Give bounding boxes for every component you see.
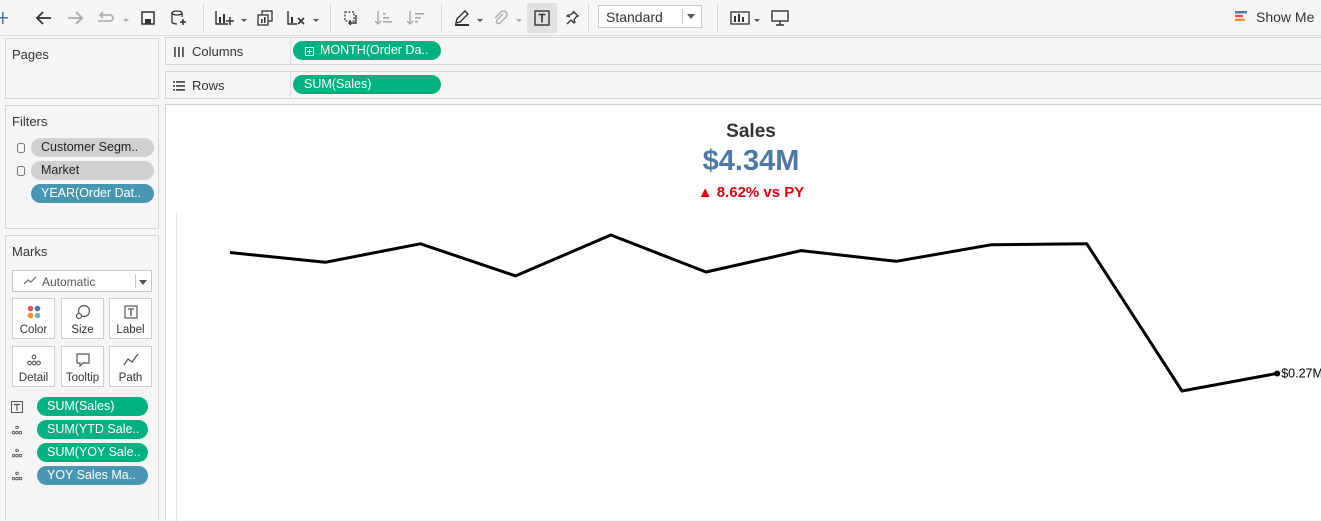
tooltip-card[interactable]: Tooltip: [61, 346, 104, 387]
new-datasource-icon[interactable]: [168, 6, 190, 30]
duplicate-icon[interactable]: [254, 6, 276, 30]
filters-title: Filters: [12, 114, 47, 129]
toolbar-separator: [330, 4, 331, 32]
filters-panel: Filters Customer Segm.. Market YEAR(Orde…: [5, 105, 159, 229]
show-cards-caret-icon[interactable]: [753, 12, 761, 22]
path-card-label: Path: [110, 372, 151, 384]
columns-label: Columns: [192, 44, 243, 59]
chevron-down-icon: [687, 14, 695, 19]
data-point[interactable]: [1274, 370, 1280, 376]
line-mark-icon: [23, 276, 37, 286]
marks-field-sum-ytd-sales[interactable]: SUM(YTD Sale..: [37, 420, 148, 439]
color-card-label: Color: [13, 324, 54, 336]
sort-descending-icon[interactable]: [404, 6, 426, 30]
rows-pill-sum-sales[interactable]: SUM(Sales): [293, 75, 441, 94]
path-card[interactable]: Path: [109, 346, 152, 387]
toolbar-separator: [441, 4, 442, 32]
presentation-icon[interactable]: [769, 6, 791, 30]
clear-sheet-icon[interactable]: [285, 6, 307, 30]
dropdown-divider: [135, 274, 136, 288]
group-caret-icon[interactable]: [515, 12, 523, 22]
shelf-divider: [290, 72, 291, 98]
rows-icon: [173, 79, 185, 91]
detail-card-label: Detail: [13, 372, 54, 384]
color-card[interactable]: Color: [12, 298, 55, 339]
filter-pill-market[interactable]: Market: [31, 161, 154, 180]
replay-icon[interactable]: [94, 6, 116, 30]
chevron-down-icon: [139, 280, 147, 285]
database-icon: [17, 143, 25, 153]
size-card-label: Size: [62, 324, 103, 336]
highlight-caret-icon[interactable]: [476, 12, 484, 22]
label-icon: [110, 303, 151, 321]
shelf-divider: [290, 38, 291, 64]
label-card-label: Label: [110, 324, 151, 336]
show-me-button[interactable]: Show Me: [1234, 6, 1314, 28]
database-icon: [17, 166, 25, 176]
columns-pill-month-order-date[interactable]: MONTH(Order Da..: [293, 41, 441, 60]
group-icon[interactable]: [489, 6, 511, 30]
color-icon: [13, 303, 54, 321]
tooltip-card-label: Tooltip: [62, 372, 103, 384]
show-me-icon: [1234, 10, 1250, 24]
fit-dropdown-value: Standard: [606, 9, 663, 25]
sort-ascending-icon[interactable]: [372, 6, 394, 30]
columns-pill-label: MONTH(Order Da..: [320, 43, 428, 57]
marks-field-sum-yoy-sales[interactable]: SUM(YOY Sale..: [37, 443, 148, 462]
new-worksheet-icon[interactable]: [213, 6, 235, 30]
detail-icon: [11, 447, 23, 459]
sales-series-line[interactable]: [230, 235, 1277, 391]
detail-icon: [11, 470, 23, 482]
save-icon[interactable]: [137, 6, 159, 30]
tooltip-icon: [62, 351, 103, 369]
viz-canvas[interactable]: Sales $4.34M ▲ 8.62% vs PY $0.27M: [165, 104, 1321, 520]
label-icon: [11, 401, 23, 413]
fit-dropdown[interactable]: Standard: [598, 5, 702, 28]
expand-plus-icon[interactable]: [305, 47, 314, 56]
detail-card[interactable]: Detail: [12, 346, 55, 387]
tableau-icon[interactable]: [0, 6, 14, 30]
pages-panel[interactable]: Pages: [5, 38, 159, 99]
dropdown-divider: [682, 9, 683, 24]
pages-title: Pages: [12, 47, 49, 62]
new-worksheet-caret-icon[interactable]: [240, 12, 248, 22]
path-icon: [110, 351, 151, 369]
mark-type-dropdown[interactable]: Automatic: [12, 270, 152, 292]
toolbar: Standard Show Me: [0, 0, 1321, 36]
swap-icon[interactable]: [340, 6, 362, 30]
marks-field-sum-sales[interactable]: SUM(Sales): [37, 397, 148, 416]
show-cards-icon[interactable]: [729, 6, 751, 30]
redo-icon[interactable]: [64, 6, 86, 30]
toolbar-separator: [588, 4, 589, 32]
show-labels-icon[interactable]: [527, 3, 557, 33]
mark-type-value: Automatic: [42, 275, 95, 289]
toolbar-separator: [203, 4, 204, 32]
highlight-icon[interactable]: [451, 6, 473, 30]
end-value-label: $0.27M: [1281, 366, 1321, 380]
marks-title: Marks: [12, 244, 47, 259]
label-card[interactable]: Label: [109, 298, 152, 339]
replay-caret-icon[interactable]: [122, 12, 130, 22]
marks-field-yoy-sales-marker[interactable]: YOY Sales Ma..: [37, 466, 148, 485]
columns-shelf[interactable]: Columns MONTH(Order Da..: [165, 37, 1321, 65]
rows-label: Rows: [192, 78, 225, 93]
undo-icon[interactable]: [33, 6, 55, 30]
size-card[interactable]: Size: [61, 298, 104, 339]
filter-pill-year-order-date[interactable]: YEAR(Order Dat..: [31, 184, 154, 203]
marks-panel: Marks Automatic Color Size Label Detail …: [5, 235, 159, 520]
detail-icon: [13, 351, 54, 369]
columns-icon: [173, 45, 185, 57]
sales-line-chart[interactable]: $0.27M: [166, 105, 1321, 521]
size-icon: [62, 303, 103, 321]
pin-icon[interactable]: [561, 6, 583, 30]
clear-sheet-caret-icon[interactable]: [312, 12, 320, 22]
show-me-label: Show Me: [1256, 9, 1314, 25]
rows-shelf[interactable]: Rows SUM(Sales): [165, 71, 1321, 99]
toolbar-separator: [717, 4, 718, 32]
filter-pill-customer-segment[interactable]: Customer Segm..: [31, 138, 154, 157]
detail-icon: [11, 424, 23, 436]
